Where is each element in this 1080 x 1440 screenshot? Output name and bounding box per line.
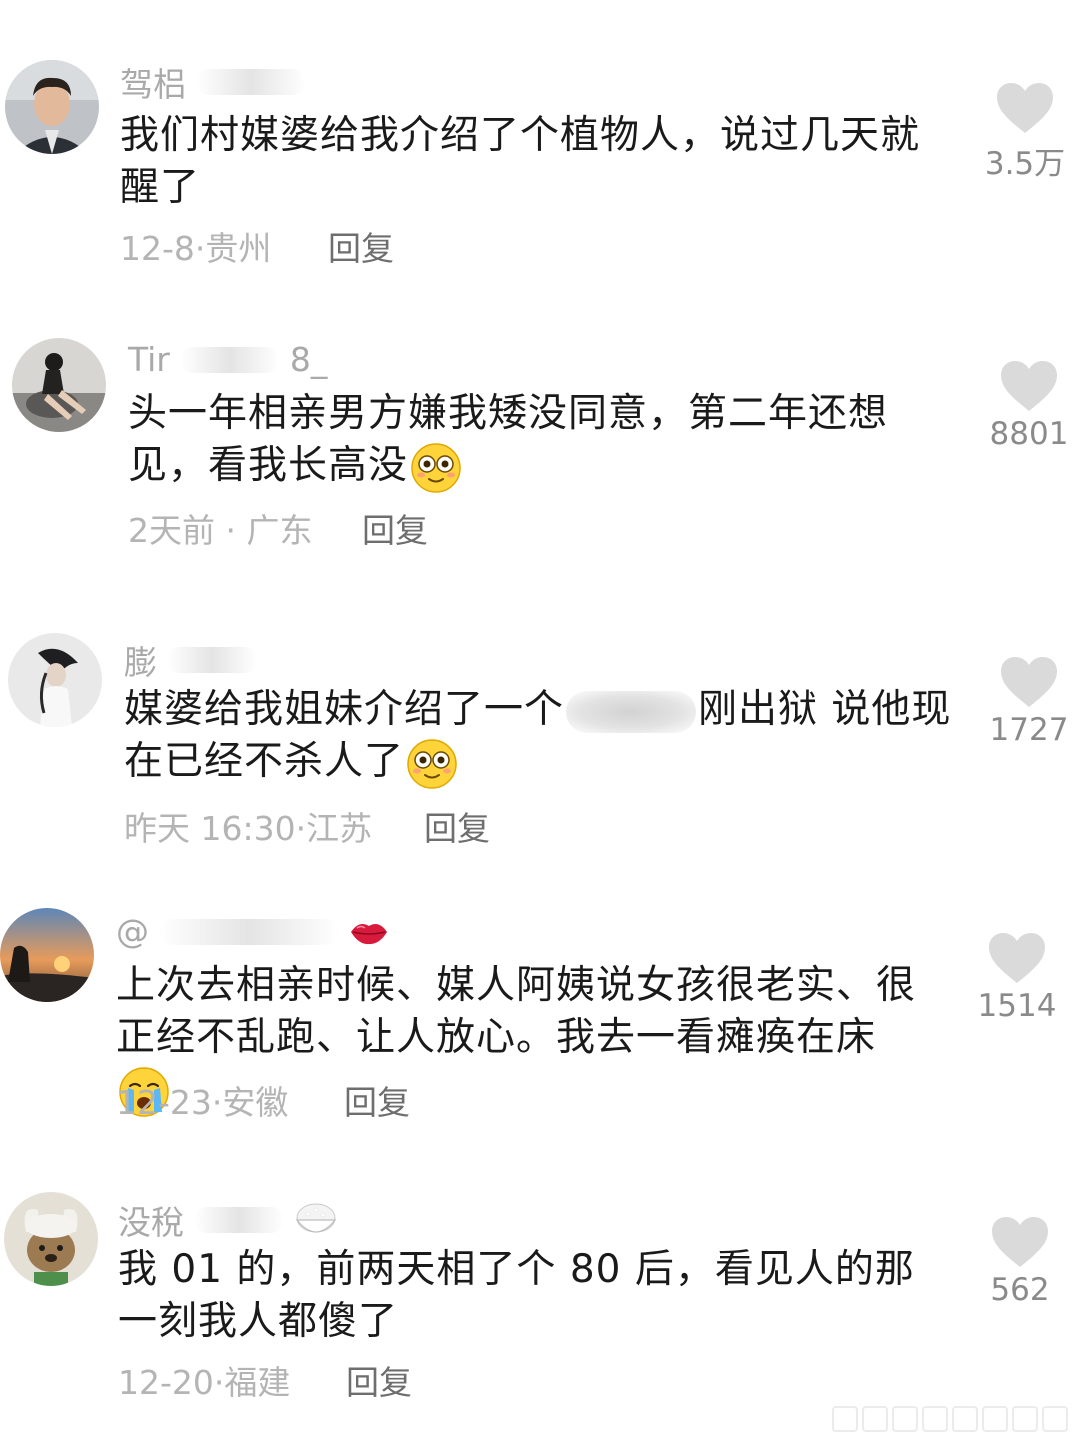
like-count: 8801 <box>989 416 1069 452</box>
comment-text: 媒婆给我姐妹介绍了一个 刚出狱 说他现在已经不杀人了 <box>124 684 954 790</box>
like-count: 1514 <box>977 988 1057 1024</box>
like-count: 562 <box>990 1272 1050 1308</box>
reply-button[interactable]: 回复 <box>362 504 428 552</box>
avatar-plush-dog-icon <box>4 1192 98 1286</box>
avatar-woman-icon <box>12 338 106 432</box>
like-count: 3.5万 <box>984 146 1066 182</box>
rice-bowl-emoji <box>294 1200 338 1240</box>
username[interactable]: Tir 8_ <box>128 340 327 379</box>
comment-text: 头一年相亲男方嫌我矮没同意，第二年还想见，看我长高没 <box>128 388 928 494</box>
like-button[interactable]: 1727 <box>974 656 1080 748</box>
reply-button[interactable]: 回复 <box>424 802 490 850</box>
comment-meta: 12-20·福建 <box>118 1363 291 1402</box>
reply-button[interactable]: 回复 <box>346 1356 412 1404</box>
avatar[interactable] <box>12 338 106 432</box>
reply-button[interactable]: 回复 <box>328 222 394 270</box>
comment-text: 我们村媒婆给我介绍了个植物人，说过几天就醒了 <box>120 113 921 210</box>
lips-emoji <box>349 917 389 947</box>
username-mask <box>196 69 306 95</box>
comment-meta: 昨天 16:30·江苏 <box>124 809 373 848</box>
avatar[interactable] <box>4 1192 98 1286</box>
like-button[interactable]: 8801 <box>974 360 1080 452</box>
dizzy-face-emoji <box>410 442 462 494</box>
avatar-man-icon <box>5 60 99 154</box>
heart-icon <box>974 656 1080 708</box>
username[interactable]: 驾梠 <box>120 58 306 106</box>
avatar-sunset-icon <box>0 908 94 1002</box>
username[interactable]: @ <box>116 912 389 951</box>
like-count: 1727 <box>989 712 1069 748</box>
comment-meta: 2天前 · 广东 <box>128 511 313 550</box>
username-mask <box>179 346 280 373</box>
username-mask <box>159 918 339 945</box>
avatar[interactable] <box>5 60 99 154</box>
heart-icon <box>974 360 1080 412</box>
dizzy-face-emoji <box>406 738 458 790</box>
username-mask <box>167 647 257 673</box>
username[interactable]: 没稅 <box>118 1196 338 1244</box>
comment-meta: 12-8·贵州 <box>120 229 272 268</box>
avatar[interactable] <box>8 633 102 727</box>
avatar-girl-icon <box>8 633 102 727</box>
like-button[interactable]: 1514 <box>962 932 1072 1024</box>
comment-meta: 12-23·安徽 <box>116 1083 289 1122</box>
like-button[interactable]: 3.5万 <box>970 82 1080 183</box>
heart-icon <box>962 932 1072 984</box>
comment-text: 我 01 的，前两天相了个 80 后，看见人的那一刻我人都傻了 <box>118 1247 915 1344</box>
watermark <box>832 1406 1068 1432</box>
reply-button[interactable]: 回复 <box>344 1076 410 1124</box>
like-button[interactable]: 562 <box>965 1216 1075 1308</box>
username[interactable]: 膨 <box>124 636 257 684</box>
avatar[interactable] <box>0 908 94 1002</box>
username-mask <box>194 1207 284 1233</box>
heart-icon <box>970 82 1080 134</box>
blurred-text <box>566 690 697 733</box>
heart-icon <box>965 1216 1075 1268</box>
